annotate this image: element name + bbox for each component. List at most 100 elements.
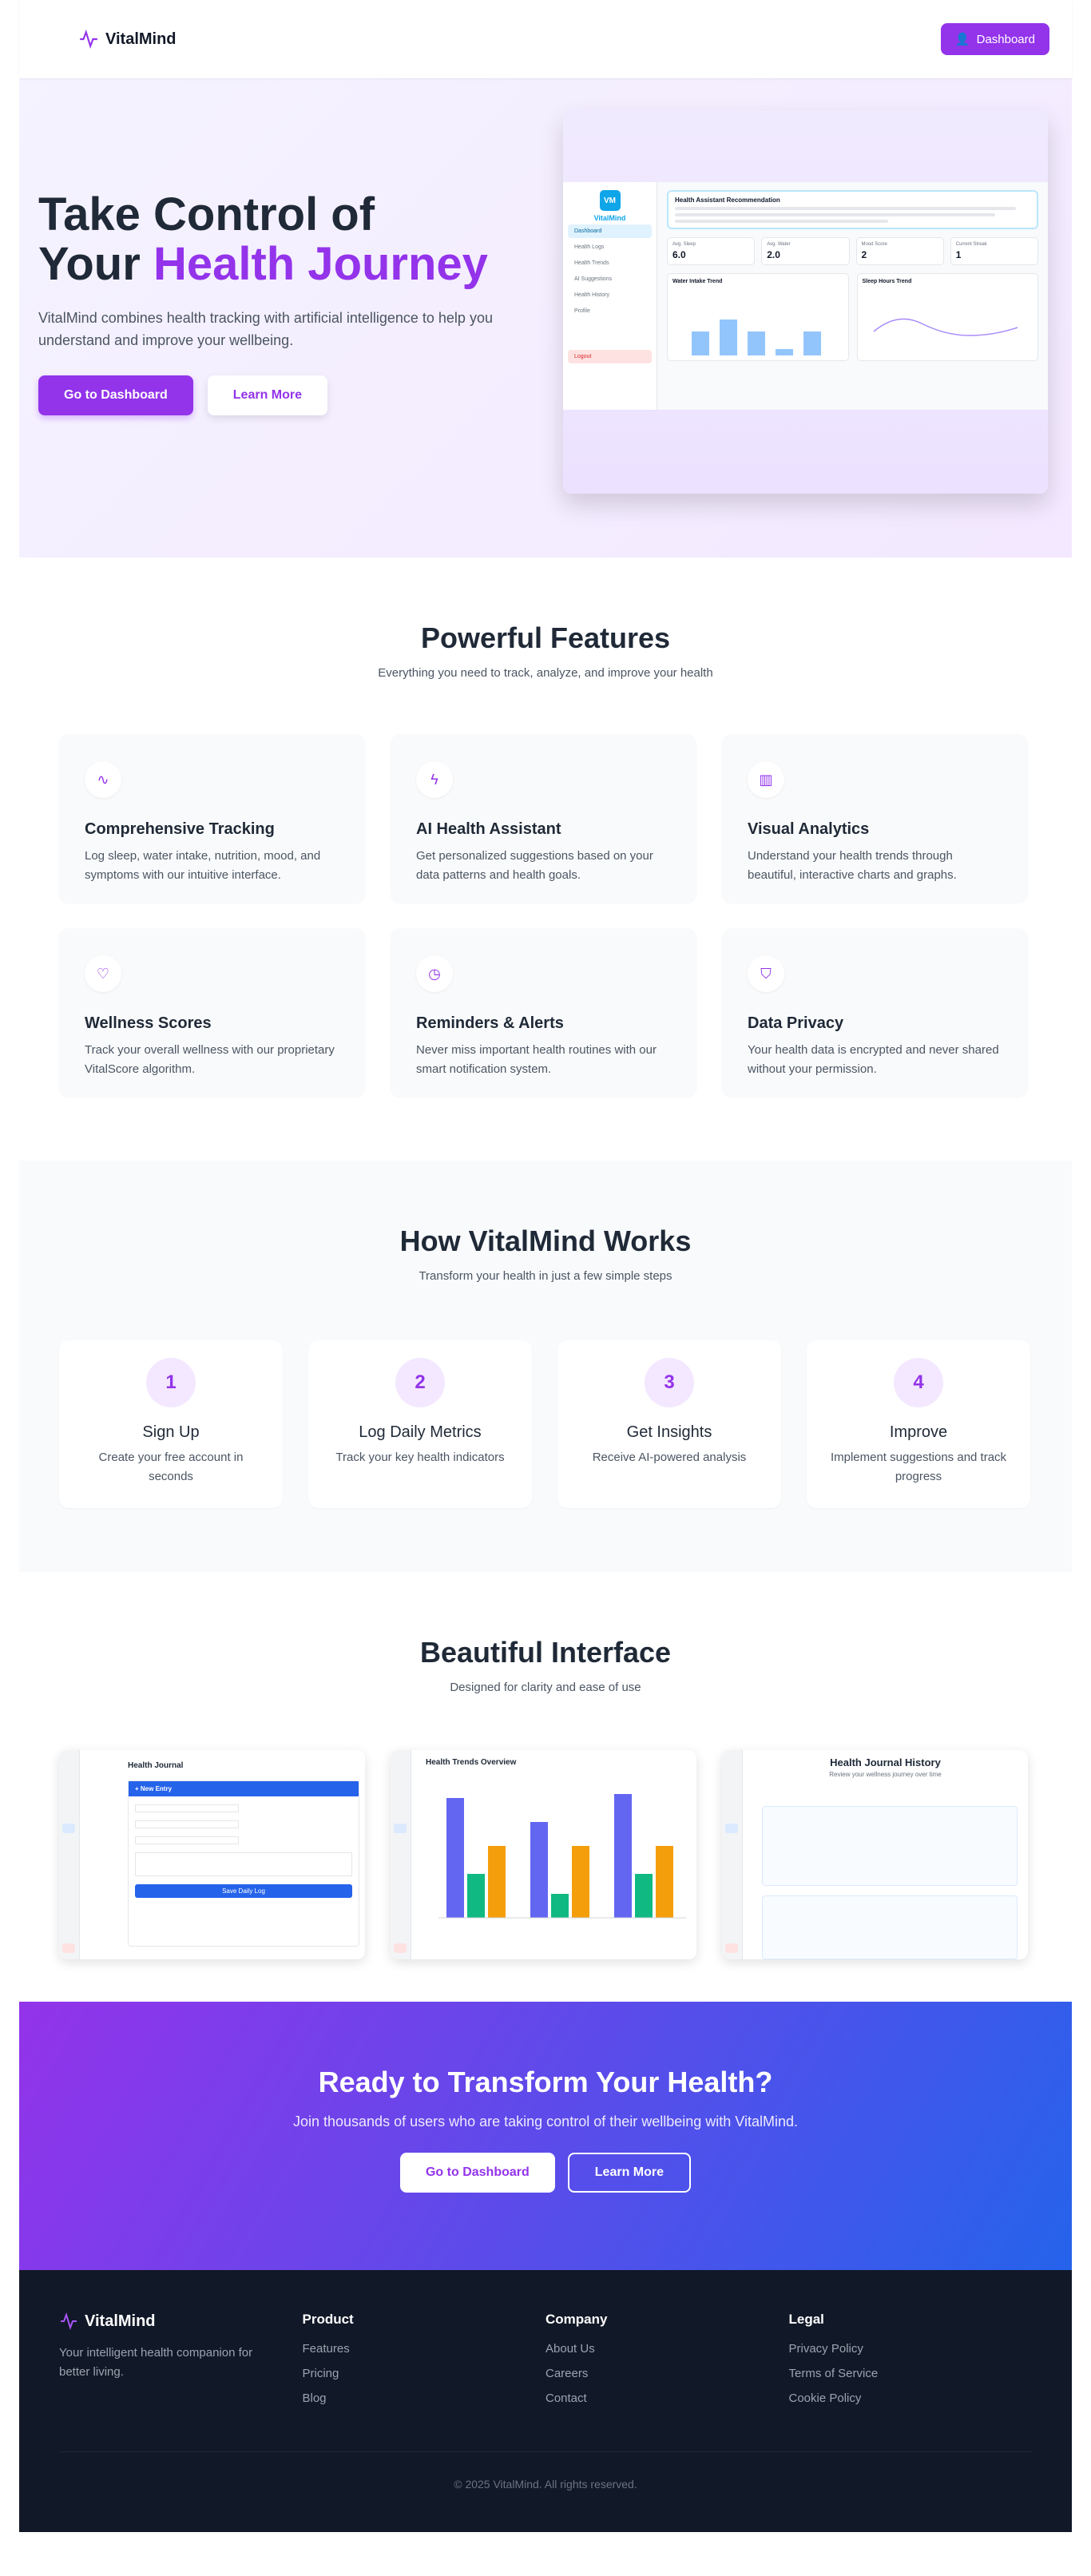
footer-columns: VitalMind Your intelligent health compan… [59,2312,1032,2416]
step-title: Improve [889,1423,948,1441]
preview-recommendation: Health Assistant Recommendation [667,190,1038,229]
footer-link[interactable]: Contact [546,2391,789,2405]
footer-col-title: Legal [788,2312,824,2327]
step-number: 3 [645,1358,694,1407]
feature-card: ⛉ Data Privacy Your health data is encry… [722,928,1028,1097]
feature-text: Log sleep, water intake, nutrition, mood… [85,849,321,882]
footer-link[interactable]: Cookie Policy [789,2391,1033,2405]
hero-title-line2: Your [38,238,153,290]
preview-badge: VM [599,190,621,211]
preview-brand: VitalMind [593,214,626,222]
step-card: 4 Improve Implement suggestions and trac… [807,1340,1030,1508]
hero-description: VitalMind combines health tracking with … [38,310,493,348]
preview-stat: Avg. Water 2.0 [761,237,850,265]
preview-nav: Dashboard Health Logs Health Trends AI S… [568,224,652,318]
step-title: Log Daily Metrics [359,1423,482,1441]
dashboard-preview: VM VitalMind Dashboard Health Logs Healt… [563,110,1048,494]
preview-recommendation-title: Health Assistant Recommendation [675,196,780,204]
footer-tagline: Your intelligent health companion for be… [59,2346,253,2379]
preview-nav-item: Health History [574,292,609,298]
history-shot-subtitle: Review your wellness journey over time [829,1771,942,1778]
feature-text: Track your overall wellness with our pro… [85,1043,335,1076]
dashboard-button[interactable]: 👤 Dashboard [940,23,1049,55]
activity-icon: ∿ [85,761,121,798]
cta-subtitle: Join thousands of users who are taking c… [292,2114,798,2129]
history-screenshot: Health Journal History Review your welln… [722,1750,1028,1959]
preview-water-chart: Water Intake Trend [667,273,849,361]
footer-col-legal: Legal Privacy Policy Terms of Service Co… [789,2312,1033,2416]
brand-name: VitalMind [105,30,177,48]
footer-brand: VitalMind Your intelligent health compan… [59,2312,303,2416]
journal-shot-title: Health Journal [128,1761,184,1770]
journal-screenshot: Health Journal + New Entry Save Daily Lo… [59,1750,365,1959]
pulse-icon [80,29,97,50]
footer-link[interactable]: Pricing [303,2367,546,2380]
step-title: Sign Up [142,1423,200,1441]
steps-list: 1 Sign Up Create your free account in se… [59,1340,1072,1508]
interface-subtitle: Designed for clarity and ease of use [450,1681,641,1694]
go-to-dashboard-button[interactable]: Go to Dashboard [38,375,193,415]
preview-nav-item: Dashboard [568,224,652,238]
cta-learn-more-button[interactable]: Learn More [567,2153,692,2193]
feature-title: Comprehensive Tracking [85,820,275,838]
clock-icon: ◷ [416,955,453,992]
cta-dashboard-button[interactable]: Go to Dashboard [399,2153,555,2193]
site-footer: VitalMind Your intelligent health compan… [19,2270,1072,2532]
preview-sidebar: VM VitalMind Dashboard Health Logs Healt… [563,182,657,410]
footer-link[interactable]: Terms of Service [789,2367,1033,2380]
feature-title: Wellness Scores [85,1014,212,1032]
footer-link[interactable]: Careers [546,2367,789,2380]
step-number: 1 [146,1358,196,1407]
step-card: 3 Get Insights Receive AI-powered analys… [557,1340,781,1508]
preview-stat: Current Streak 1 [950,237,1038,265]
shield-icon: ⛉ [748,955,784,992]
brand-logo[interactable]: VitalMind [78,29,177,50]
hero-title-accent: Health Journey [153,238,488,290]
interface-screenshots: Health Journal + New Entry Save Daily Lo… [59,1750,1072,1959]
feature-card: ϟ AI Health Assistant Get personalized s… [391,734,696,903]
step-text: Receive AI-powered analysis [592,1451,747,1464]
footer-link[interactable]: Privacy Policy [789,2342,1033,2356]
step-text: Track your key health indicators [335,1451,505,1464]
features-section: Powerful Features Everything you need to… [19,558,1072,1161]
feature-title: Data Privacy [748,1014,844,1032]
feature-title: Reminders & Alerts [416,1014,564,1032]
preview-logout: Logout [568,350,652,363]
feature-text: Understand your health trends through be… [748,849,957,882]
cta-title: Ready to Transform Your Health? [318,2066,773,2098]
footer-link[interactable]: Features [303,2342,546,2356]
preview-nav-item: AI Suggestions [574,276,613,282]
step-card: 1 Sign Up Create your free account in se… [59,1340,283,1508]
footer-link[interactable]: About Us [546,2342,789,2356]
step-title: Get Insights [626,1423,712,1441]
preview-charts: Water Intake Trend Sleep Hours Trend [667,273,1038,361]
how-subtitle: Transform your health in just a few simp… [419,1269,672,1283]
feature-text: Your health data is encrypted and never … [748,1043,999,1076]
footer-col-product: Product Features Pricing Blog [303,2312,546,2416]
feature-title: AI Health Assistant [416,820,561,838]
step-text: Implement suggestions and track progress [830,1451,1007,1483]
features-subtitle: Everything you need to track, analyze, a… [378,666,713,680]
features-title: Powerful Features [420,621,671,654]
feature-title: Visual Analytics [748,820,870,838]
interface-section: Beautiful Interface Designed for clarity… [19,1572,1072,2002]
preview-nav-item: Health Trends [574,260,609,266]
preview-nav-item: Health Logs [574,244,605,250]
footer-col-title: Company [546,2312,608,2327]
cta-buttons: Go to Dashboard Learn More [19,2153,1072,2193]
footer-logo[interactable]: VitalMind [59,2312,303,2331]
pulse-icon [61,2312,77,2331]
footer-col-company: Company About Us Careers Contact [546,2312,789,2416]
hero-title: Take Control of Your Health Journey [38,190,530,289]
preview-main: Health Assistant Recommendation Avg. Sle… [657,182,1048,410]
feature-text: Never miss important health routines wit… [416,1043,657,1076]
how-it-works-section: How VitalMind Works Transform your healt… [19,1161,1072,1572]
cta-section: Ready to Transform Your Health? Join tho… [19,2002,1072,2270]
footer-link[interactable]: Blog [303,2391,546,2405]
preview-nav-item: Profile [574,308,590,314]
trends-shot-title: Health Trends Overview [426,1758,517,1767]
preview-stat: Avg. Sleep 6.0 [667,237,756,265]
learn-more-button[interactable]: Learn More [207,375,328,415]
heart-icon: ♡ [85,955,121,992]
preview-app: VM VitalMind Dashboard Health Logs Healt… [563,182,1048,410]
